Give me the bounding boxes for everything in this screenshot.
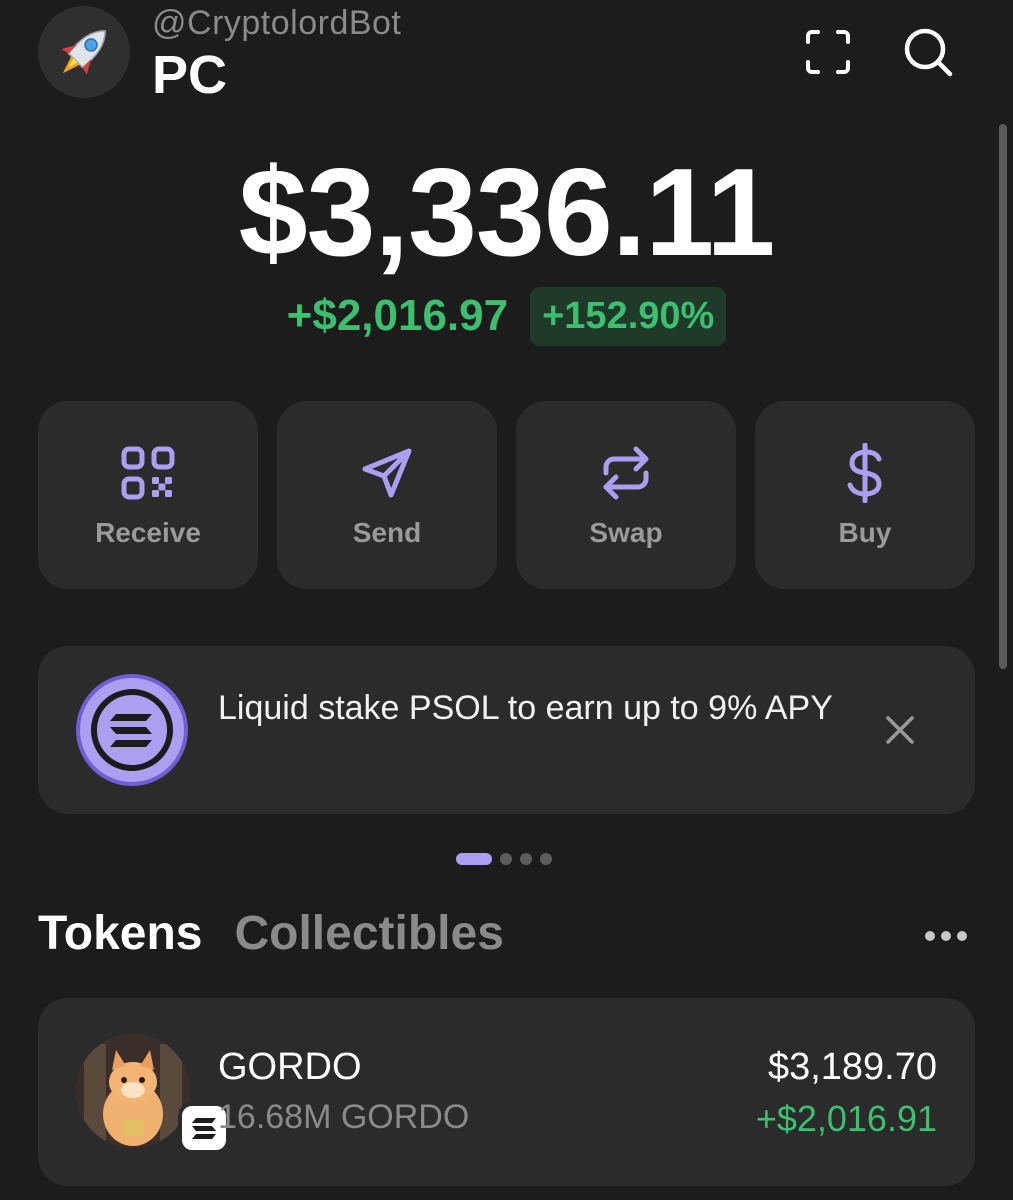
total-balance: $3,336.11 bbox=[238, 144, 776, 282]
tab-collectibles[interactable]: Collectibles bbox=[234, 906, 503, 966]
carousel-dot[interactable] bbox=[500, 853, 512, 865]
promo-text: Liquid stake PSOL to earn up to 9% APY bbox=[218, 689, 833, 727]
header: @CryptolordBot PC bbox=[0, 0, 1013, 110]
swap-label: Swap bbox=[589, 517, 663, 548]
scan-icon[interactable] bbox=[800, 24, 856, 80]
search-icon[interactable] bbox=[900, 24, 956, 80]
carousel-dot[interactable] bbox=[520, 853, 532, 865]
tab-tokens[interactable]: Tokens bbox=[38, 906, 202, 966]
receive-button[interactable]: Receive bbox=[38, 401, 258, 589]
token-name: GORDO bbox=[218, 1046, 362, 1088]
token-value: $3,189.70 bbox=[767, 1046, 937, 1088]
carousel-indicator bbox=[456, 852, 552, 866]
dollar-icon bbox=[847, 443, 882, 503]
rocket-icon bbox=[61, 30, 106, 75]
send-label: Send bbox=[352, 517, 422, 548]
carousel-dot[interactable] bbox=[540, 853, 552, 865]
close-icon[interactable] bbox=[878, 708, 922, 752]
balance-change-amount: +$2,016.97 bbox=[286, 291, 509, 340]
promo-banner[interactable]: Liquid stake PSOL to earn up to 9% APY bbox=[38, 646, 975, 814]
more-options-icon[interactable] bbox=[920, 922, 972, 950]
token-amount: 16.68M GORDO bbox=[218, 1098, 470, 1136]
receive-label: Receive bbox=[95, 517, 201, 548]
solana-logo-icon bbox=[76, 674, 188, 786]
token-image bbox=[76, 1034, 190, 1148]
balance-change-row: +$2,016.97 +152.90% bbox=[0, 286, 1013, 346]
account-avatar[interactable] bbox=[38, 6, 130, 98]
asset-tabs: Tokens Collectibles bbox=[38, 906, 504, 966]
balance-change-percent-badge: +152.90% bbox=[530, 286, 727, 346]
send-icon bbox=[362, 448, 412, 498]
account-handle[interactable]: @CryptolordBot bbox=[152, 4, 401, 43]
qr-code-icon bbox=[121, 446, 175, 500]
swap-button[interactable]: Swap bbox=[516, 401, 736, 589]
send-button[interactable]: Send bbox=[277, 401, 497, 589]
buy-button[interactable]: Buy bbox=[755, 401, 975, 589]
carousel-dot-active[interactable] bbox=[456, 853, 492, 865]
action-buttons: Receive Send Swap Buy bbox=[38, 401, 975, 589]
token-row[interactable]: GORDO 16.68M GORDO $3,189.70 +$2,016.91 bbox=[38, 998, 975, 1186]
swap-icon bbox=[603, 446, 649, 500]
account-name[interactable]: PC bbox=[152, 44, 227, 106]
token-change: +$2,016.91 bbox=[755, 1098, 937, 1139]
buy-label: Buy bbox=[838, 517, 892, 548]
